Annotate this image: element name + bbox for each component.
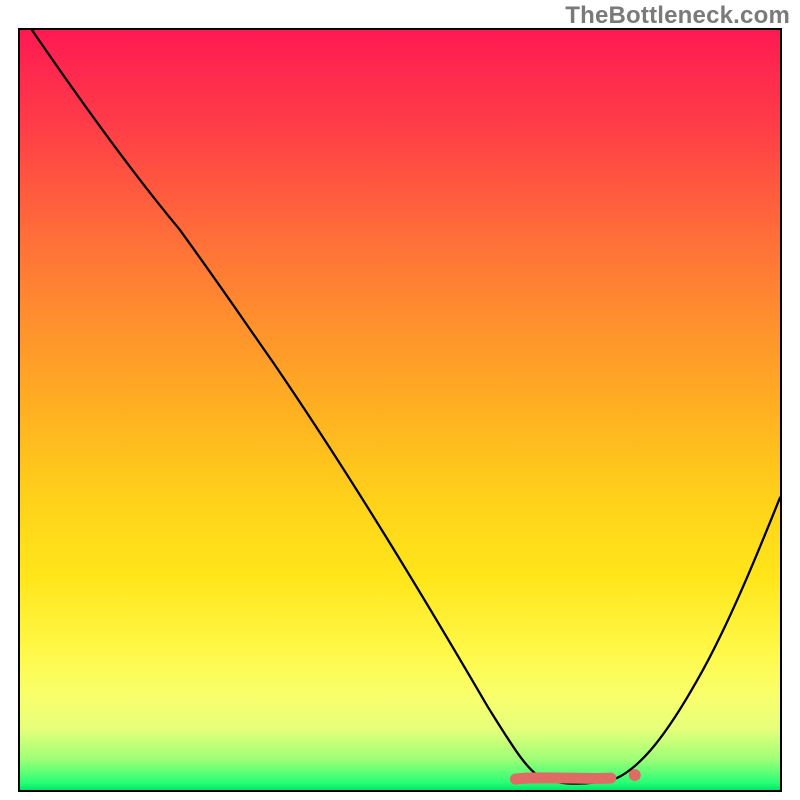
watermark-text: TheBottleneck.com	[565, 2, 790, 30]
plot-area	[18, 28, 782, 792]
optimal-marker	[515, 778, 610, 779]
chart-stage: TheBottleneck.com	[0, 0, 800, 800]
optimal-marker-dot	[629, 769, 641, 781]
curve-layer	[20, 30, 780, 790]
bottleneck-curve	[32, 30, 780, 784]
